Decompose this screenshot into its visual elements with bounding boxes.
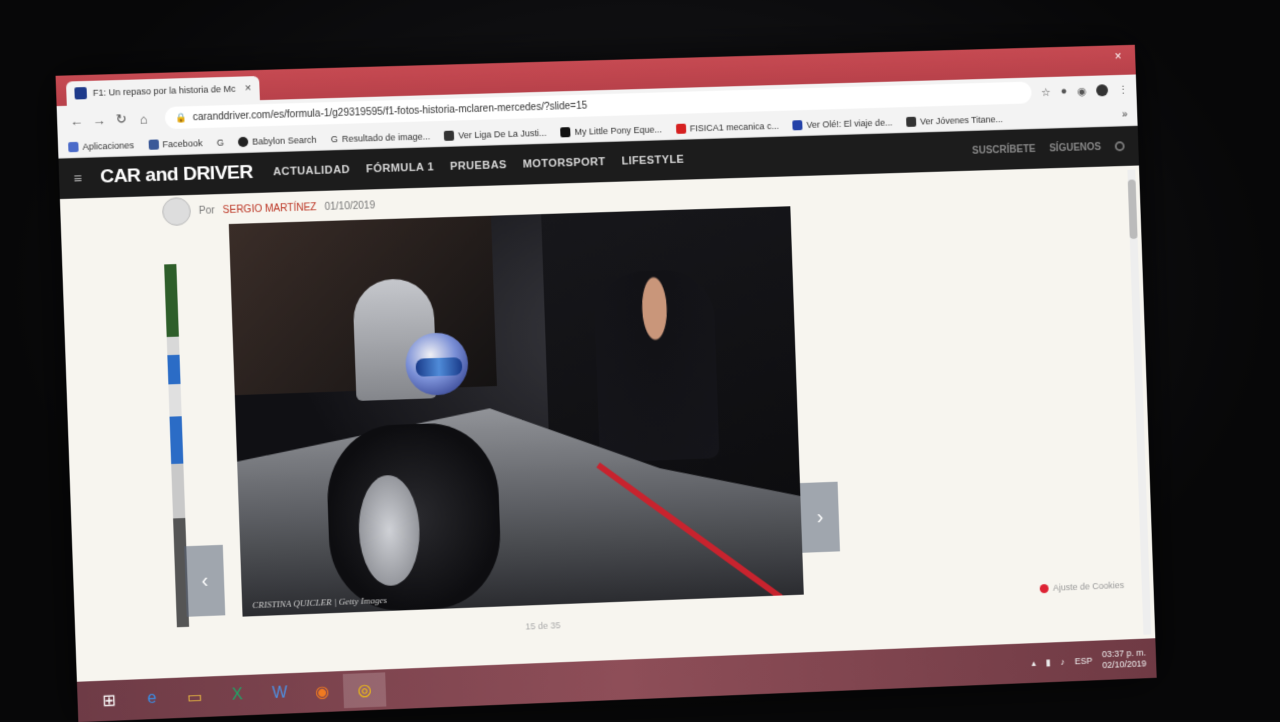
chevron-left-icon: ‹ — [201, 569, 209, 592]
kebab-menu-icon[interactable]: ⋮ — [1118, 83, 1129, 96]
subscribe-link[interactable]: SUSCRÍBETE — [972, 143, 1036, 156]
volume-icon[interactable]: ♪ — [1060, 657, 1065, 667]
nav-lifestyle[interactable]: LIFESTYLE — [621, 154, 684, 168]
cookie-icon — [1040, 583, 1049, 592]
system-tray: ▴ ▮ ♪ ESP 03:37 p. m. 02/10/2019 — [1031, 648, 1147, 674]
back-button[interactable]: ← — [65, 113, 88, 129]
slide-counter: 15 de 35 — [525, 620, 560, 631]
windows-start-icon[interactable]: ⊞ — [87, 683, 131, 719]
firefox-icon[interactable]: ◉ — [300, 674, 344, 710]
tab-title: F1: Un repaso por la historia de Mc — [93, 84, 241, 98]
extension-icon[interactable]: ◉ — [1077, 84, 1087, 97]
bookmark-jovenes-titanes[interactable]: Ver Jóvenes Titane... — [906, 114, 1003, 127]
scrollbar-thumb[interactable] — [1128, 179, 1138, 239]
site-logo[interactable]: CAR and DRIVER — [100, 162, 253, 189]
bookmark-facebook[interactable]: Facebook — [148, 138, 203, 150]
bookmarks-overflow-button[interactable]: » — [1122, 109, 1128, 120]
chrome-icon[interactable]: ◎ — [343, 672, 387, 708]
apps-grid-icon — [68, 141, 79, 151]
publish-date: 01/10/2019 — [324, 200, 375, 213]
tab-close-icon[interactable]: × — [245, 82, 252, 94]
follow-link[interactable]: SÍGUENOS — [1049, 141, 1101, 153]
taskbar-clock[interactable]: 03:37 p. m. 02/10/2019 — [1102, 648, 1147, 672]
babylon-icon — [238, 136, 248, 146]
bookmark-google-images[interactable]: GResultado de image... — [331, 131, 431, 144]
cookie-settings-button[interactable]: Ajuste de Cookies — [1040, 580, 1124, 593]
profile-avatar[interactable] — [1096, 84, 1108, 96]
clock-date: 02/10/2019 — [1102, 658, 1146, 671]
nav-actualidad[interactable]: ACTUALIDAD — [273, 164, 350, 178]
menu-icon[interactable]: ≡ — [73, 170, 82, 186]
page-icon — [906, 116, 916, 126]
previous-slide-button[interactable]: ‹ — [184, 545, 225, 617]
bookmark-liga-justicia[interactable]: Ver Liga De La Justi... — [444, 127, 547, 140]
nav-formula-1[interactable]: FÓRMULA 1 — [366, 161, 434, 175]
gallery-photo: CRISTINA QUICLER | Getty Images — [229, 206, 804, 616]
window-close-button[interactable]: × — [1114, 49, 1121, 63]
tray-chevron-icon[interactable]: ▴ — [1031, 657, 1036, 668]
bookmark-babylon[interactable]: Babylon Search — [238, 134, 317, 146]
google-icon: G — [331, 134, 338, 144]
mechanic-figure — [593, 269, 719, 463]
page-icon — [793, 120, 803, 130]
toolbar-extensions: ☆ ● ◉ ⋮ — [1041, 83, 1129, 98]
reload-button[interactable]: ↻ — [110, 111, 133, 128]
home-button[interactable]: ⌂ — [132, 111, 155, 127]
bookmark-apps[interactable]: Aplicaciones — [68, 140, 134, 152]
nav-motorsport[interactable]: MOTORSPORT — [523, 156, 606, 171]
hd-icon — [560, 127, 570, 137]
url-text: caranddriver.com/es/formula-1/g29319595/… — [193, 100, 588, 123]
bookmark-my-little-pony[interactable]: My Little Pony Eque... — [560, 124, 662, 137]
youtube-icon — [676, 123, 686, 133]
author-name[interactable]: SERGIO MARTÍNEZ — [223, 202, 317, 216]
helmet-visor — [416, 357, 463, 377]
facebook-icon — [148, 139, 159, 149]
cookie-label: Ajuste de Cookies — [1053, 580, 1124, 593]
language-indicator[interactable]: ESP — [1074, 656, 1092, 667]
internet-explorer-icon[interactable]: e — [130, 681, 174, 717]
bookmark-ole[interactable]: Ver Olé!: El viaje de... — [793, 117, 893, 130]
byline-prefix: Por — [199, 205, 215, 217]
next-slide-button[interactable]: › — [800, 482, 840, 553]
bookmark-google[interactable]: G — [217, 137, 224, 147]
nav-pruebas[interactable]: PRUEBAS — [450, 159, 507, 173]
file-explorer-icon[interactable]: ▭ — [173, 679, 217, 715]
star-icon[interactable]: ☆ — [1041, 85, 1051, 98]
author-avatar — [162, 197, 191, 226]
word-icon[interactable]: W — [258, 676, 302, 712]
network-icon[interactable]: ▮ — [1046, 657, 1051, 668]
forward-button[interactable]: → — [87, 112, 110, 128]
site-favicon-icon — [74, 87, 87, 99]
browser-screen: F1: Un repaso por la historia de Mc × × … — [56, 45, 1157, 722]
chevron-right-icon: › — [816, 506, 823, 529]
excel-icon[interactable]: X — [215, 677, 259, 713]
site-nav: ACTUALIDAD FÓRMULA 1 PRUEBAS MOTORSPORT … — [273, 154, 685, 179]
lock-icon: 🔒 — [175, 112, 187, 123]
search-icon[interactable] — [1115, 141, 1125, 151]
site-header-actions: SUSCRÍBETE SÍGUENOS — [972, 141, 1125, 157]
location-icon[interactable]: ● — [1060, 85, 1067, 98]
page-icon — [444, 130, 454, 140]
bookmark-fisica[interactable]: FISICA1 mecanica c... — [676, 120, 779, 133]
